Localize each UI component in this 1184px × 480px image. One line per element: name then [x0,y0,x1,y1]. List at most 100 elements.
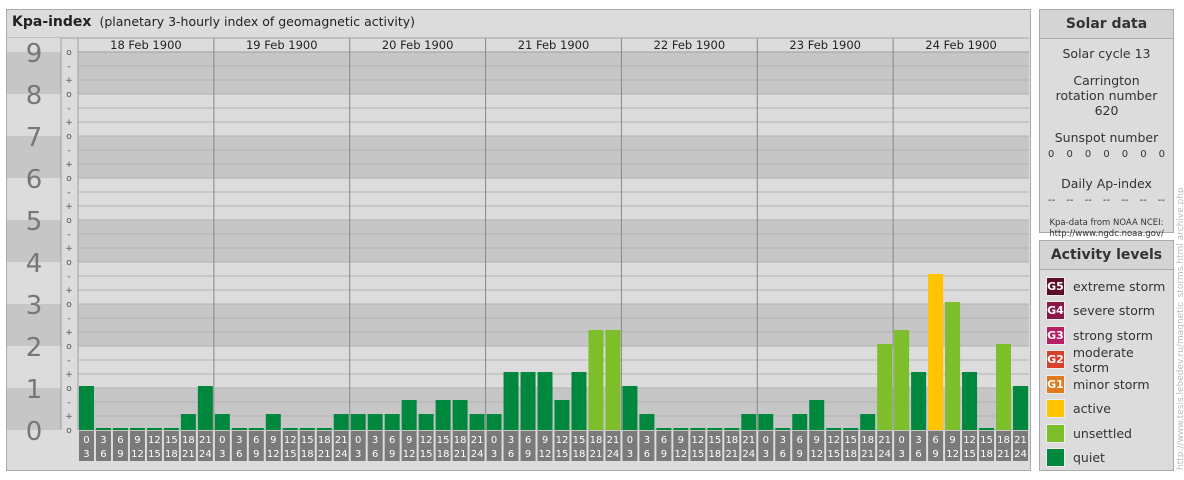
interval-start-label: 12 [420,435,433,446]
level-label: extreme storm [1073,278,1166,294]
kp-bar [316,428,332,430]
level-swatch: G1 [1046,374,1065,394]
interval-start-label: 3 [915,435,921,446]
interval-start-label: 18 [182,435,195,446]
source-note-link[interactable]: http://www.ngdc.noaa.gov/ [1040,229,1173,240]
interval-start-label: 9 [542,435,548,446]
interval-end-label: 3 [355,449,361,460]
interval-end-label: 12 [810,449,823,460]
y-tick-label: 8 [26,81,43,111]
day-label: 19 Feb 1900 [246,38,318,52]
interval-start-label: 3 [644,435,650,446]
interval-end-label: 9 [661,449,667,460]
level-swatch [1046,423,1065,443]
y-minor-tick: o [66,90,72,100]
interval-end-label: 6 [508,449,514,460]
interval-start-label: 6 [661,435,667,446]
sunspot-value-1: 0 [1066,149,1073,160]
level-label: minor storm [1073,376,1150,392]
kp-bar [911,372,927,430]
y-minor-tick: + [65,370,73,380]
interval-start-label: 18 [454,435,467,446]
y-minor-tick: o [66,48,72,58]
source-watermark: http://www.tesis.lebedev.ru/magnetic_sto… [1176,187,1184,470]
sunspot-value-2: 0 [1084,149,1092,160]
interval-end-label: 15 [963,449,976,460]
interval-start-label: 9 [814,435,820,446]
y-tick-label: 1 [26,375,43,405]
sunspot-value-4: 0 [1121,149,1129,160]
interval-end-label: 15 [420,449,433,460]
y-minor-tick: o [66,384,72,394]
interval-end-label: 21 [725,449,738,460]
y-minor-tick: + [65,118,73,128]
kp-bar [282,428,298,430]
interval-end-label: 12 [267,449,280,460]
y-tick-label: 2 [26,333,43,363]
kp-bar [520,372,536,430]
kp-bar [384,414,400,430]
interval-end-label: 21 [318,449,331,460]
interval-start-label: 21 [1014,435,1027,446]
interval-start-label: 18 [725,435,738,446]
level-swatch: G4 [1046,301,1065,321]
kp-bar [588,330,604,430]
interval-end-label: 6 [372,449,378,460]
interval-end-label: 3 [763,449,769,460]
ap-value-5: -- [1139,195,1147,206]
ap-value-1: -- [1066,195,1074,206]
carrington-rotation: Carrington rotation number 620 [1055,73,1158,118]
interval-start-label: 21 [607,435,620,446]
interval-start-label: 6 [797,435,803,446]
interval-start-label: 6 [525,435,531,446]
kp-bar [299,428,315,430]
day-label: 21 Feb 1900 [518,38,590,52]
y-minor-tick: o [66,132,72,142]
level-label: quiet [1073,450,1105,466]
y-minor-tick: + [65,244,73,254]
interval-start-label: 0 [491,435,497,446]
interval-start-label: 21 [878,435,891,446]
interval-end-label: 21 [182,449,195,460]
level-label: active [1073,401,1111,417]
interval-end-label: 6 [780,449,786,460]
interval-end-label: 9 [389,449,395,460]
interval-end-label: 24 [199,449,212,460]
interval-start-label: 9 [678,435,684,446]
level-label: moderate storm [1072,344,1134,375]
y-tick-label: 4 [26,249,43,279]
kp-bar [129,428,145,430]
kp-bar [571,372,587,430]
kp-bar [197,386,213,430]
y-tick-label: 9 [26,39,43,69]
y-tick-label: 3 [26,291,43,321]
y-minor-tick: o [66,174,72,184]
level-swatch: G3 [1046,325,1065,345]
interval-start-label: 6 [932,435,938,446]
interval-start-label: 12 [556,435,569,446]
interval-start-label: 15 [708,435,721,446]
kp-bar [401,399,417,430]
day-label: 24 Feb 1900 [925,38,997,52]
solar-cycle: Solar cycle 13 [1062,46,1151,61]
kp-bar [962,372,978,430]
y-tick-label: 0 [26,417,43,447]
interval-start-label: 9 [406,435,412,446]
kp-bar [605,330,621,430]
kp-bar [826,428,842,430]
chart-title-bar: Kpa-index (planetary 3-hourly index of ge… [12,14,415,30]
kp-bar [792,414,808,430]
ap-index-values: -- -- -- -- -- -- -- [1040,195,1173,206]
kp-bar [486,414,502,430]
kp-bar [622,386,638,430]
interval-end-label: 24 [335,449,348,460]
kp-bar [112,428,128,430]
interval-start-label: 3 [780,435,786,446]
y-minor-tick: - [67,146,70,156]
y-tick-label: 7 [26,123,43,153]
level-item-active: active [1040,397,1173,422]
y-minor-tick: + [65,412,73,422]
y-minor-tick: o [66,258,72,268]
interval-start-label: 12 [827,435,840,446]
kp-bar [690,428,706,430]
